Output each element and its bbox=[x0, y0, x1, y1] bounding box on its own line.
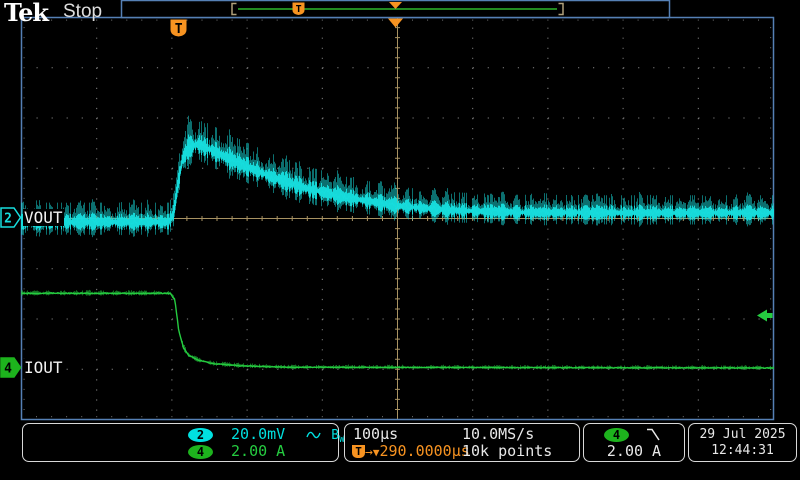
trigger-level-value: 2.00 A bbox=[606, 442, 662, 460]
acquisition-status: Stop bbox=[63, 1, 103, 22]
ch2-scale-value: 20.0mV bbox=[231, 425, 286, 443]
ch4-readout-badge: 4 bbox=[188, 444, 213, 459]
expansion-point-marker bbox=[388, 18, 403, 28]
trigger-source-badge: 4 bbox=[603, 427, 629, 442]
record-view-bar[interactable]: T bbox=[120, 0, 671, 19]
trigger-position-marker[interactable]: T bbox=[170, 19, 187, 38]
sample-rate-value: 10.0MS/s bbox=[462, 425, 535, 443]
ac-coupling-icon bbox=[306, 425, 322, 443]
trigger-position-glyph: T bbox=[175, 22, 183, 37]
arrow-right-icon: → bbox=[365, 445, 373, 460]
ch2-readout-badge: 2 bbox=[188, 427, 213, 442]
ch4-marker-number: 4 bbox=[4, 362, 12, 377]
trigger-delay-t-icon: T bbox=[352, 445, 365, 458]
scope-canvas: T T 2 4 bbox=[0, 0, 775, 421]
ch4-ground-marker[interactable]: 4 bbox=[0, 357, 22, 378]
record-view-trigger-glyph: T bbox=[296, 4, 302, 15]
channel-readout-box[interactable]: 2 20.0mV BW 4 2.00 A bbox=[22, 423, 345, 462]
time-value: 12:44:31 bbox=[711, 443, 774, 458]
oscilloscope-screen: T T 2 4 Tek Stop VOUT IOUT 2 20.0mV BW 4… bbox=[0, 0, 800, 480]
ch2-ground-marker[interactable]: 2 bbox=[0, 207, 22, 228]
trigger-readout-box[interactable]: 4 2.00 A bbox=[583, 423, 685, 462]
timebase-value: 100µs bbox=[353, 425, 399, 443]
ch2-readout-row[interactable]: 2 20.0mV BW bbox=[188, 425, 345, 445]
date-value: 29 Jul 2025 bbox=[699, 427, 786, 442]
trigger-source-row: 4 bbox=[584, 426, 684, 442]
trigger-delay-value: 290.0000µs bbox=[379, 442, 470, 460]
falling-edge-icon bbox=[646, 425, 664, 443]
datetime-box[interactable]: 29 Jul 2025 12:44:31 bbox=[688, 423, 797, 462]
record-length-value: 10k points bbox=[462, 442, 553, 460]
horizontal-readout-box[interactable]: 100µs 10.0MS/s T →▼290.0000µs 10k points bbox=[344, 423, 580, 462]
record-view-trigger-badge: T bbox=[292, 2, 305, 15]
ch2-marker-number: 2 bbox=[4, 212, 12, 227]
tek-logo: Tek bbox=[4, 0, 49, 27]
ch4-readout-row[interactable]: 4 2.00 A bbox=[188, 443, 285, 459]
bandwidth-limit-icon: BW bbox=[331, 428, 345, 445]
trigger-delay-readout: T →▼290.0000µs bbox=[352, 442, 470, 460]
ch4-trigger-level-arrow[interactable] bbox=[757, 309, 773, 322]
ch2-waveform-label: VOUT bbox=[23, 208, 64, 227]
ch4-waveform-label: IOUT bbox=[23, 358, 64, 377]
ch4-scale-value: 2.00 A bbox=[231, 442, 286, 460]
